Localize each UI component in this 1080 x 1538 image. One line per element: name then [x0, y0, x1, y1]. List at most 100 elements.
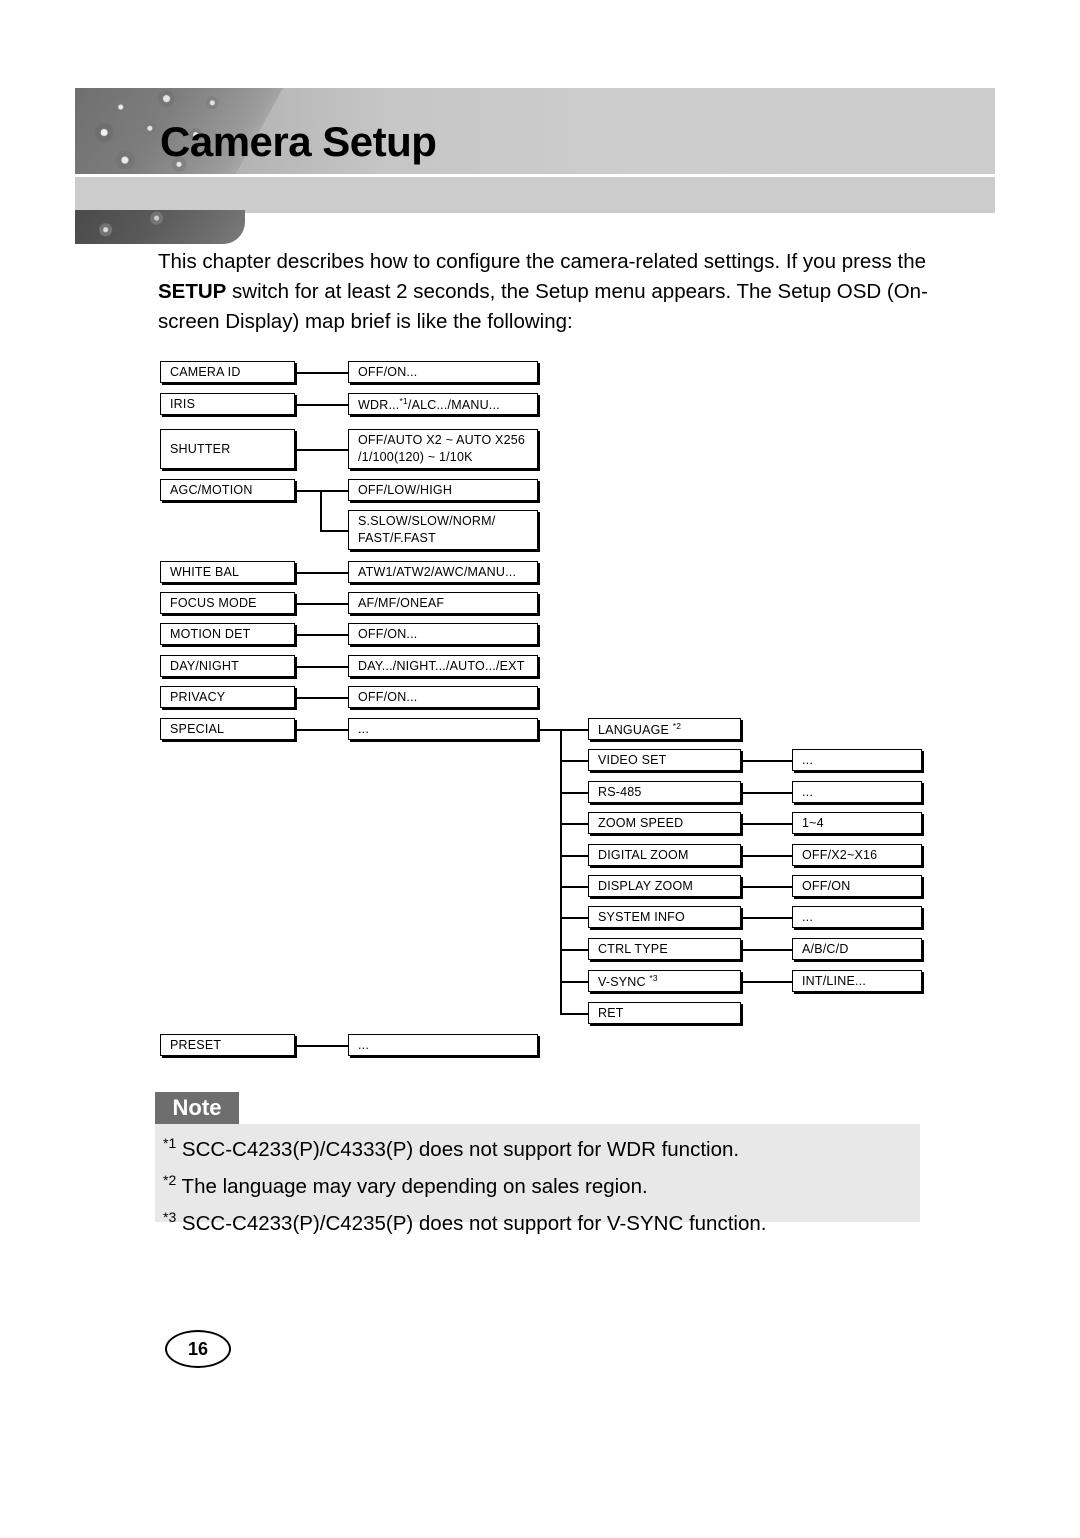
- diagram-box-label: DAY/NIGHT: [170, 658, 239, 673]
- intro-line-2c: switch for at least 2 seconds, the Setup…: [226, 280, 732, 303]
- connector-line: [560, 792, 588, 794]
- diagram-box-label: CTRL TYPE: [598, 941, 668, 956]
- note-marker: *1: [163, 1135, 177, 1151]
- diagram-box-option: ...: [348, 718, 538, 740]
- connector-line: [320, 530, 348, 532]
- diagram-box-submenu: VIDEO SET: [588, 749, 741, 771]
- diagram-box-option: ...: [348, 1034, 538, 1056]
- diagram-box-option: OFF/ON...: [348, 623, 538, 645]
- diagram-box-suboption: 1~4: [792, 812, 922, 834]
- diagram-box-option: AF/MF/ONEAF: [348, 592, 538, 614]
- diagram-box-label: S.SLOW/SLOW/NORM/: [358, 514, 496, 528]
- connector-line: [743, 981, 792, 983]
- diagram-box-option: WDR...*1/ALC.../MANU...: [348, 393, 538, 415]
- diagram-box-suboption: ...: [792, 749, 922, 771]
- note-marker: *3: [163, 1208, 177, 1225]
- connector-line: [743, 792, 792, 794]
- connector-line: [540, 729, 560, 731]
- diagram-box-menu: PRESET: [160, 1034, 295, 1056]
- diagram-box-label: PRESET: [170, 1037, 222, 1052]
- note-line: *3 SCC-C4233(P)/C4235(P) does not suppor…: [155, 1202, 920, 1239]
- diagram-box-label: SPECIAL: [170, 721, 225, 736]
- connector-line: [297, 603, 348, 605]
- diagram-box-option: DAY.../NIGHT.../AUTO.../EXT: [348, 655, 538, 677]
- diagram-box-option: OFF/AUTO X2 ~ AUTO X256/1/100(120) ~ 1/1…: [348, 429, 538, 469]
- note-text: SCC-C4233(P)/C4333(P) does not support f…: [176, 1137, 740, 1161]
- page-title: Camera Setup: [160, 118, 437, 165]
- diagram-box-label: OFF/LOW/HIGH: [358, 482, 453, 497]
- diagram-box-label: 1~4: [802, 815, 824, 830]
- diagram-box-label: AGC/MOTION: [170, 482, 253, 497]
- setup-keyword: SETUP: [158, 280, 227, 303]
- note-marker: *2: [163, 1171, 177, 1188]
- diagram-box-label: IRIS: [170, 396, 196, 411]
- intro-paragraph: This chapter describes how to configure …: [158, 247, 983, 337]
- connector-line: [297, 634, 348, 636]
- diagram-box-menu: CAMERA ID: [160, 361, 295, 383]
- connector-line: [320, 490, 348, 492]
- diagram-box-label-2: FAST/F.FAST: [358, 531, 436, 545]
- diagram-box-label: ZOOM SPEED: [598, 815, 684, 830]
- diagram-box-submenu: LANGUAGE *2: [588, 718, 741, 740]
- connector-line: [560, 729, 588, 731]
- connector-line: [297, 490, 320, 492]
- diagram-box-label: DIGITAL ZOOM: [598, 847, 689, 862]
- diagram-box-submenu: RET: [588, 1002, 741, 1024]
- note-line: *2 The language may vary depending on sa…: [155, 1165, 920, 1202]
- connector-line: [560, 760, 588, 762]
- diagram-box-menu: PRIVACY: [160, 686, 295, 708]
- note-tab-label: Note: [155, 1092, 239, 1124]
- note-text: SCC-C4233(P)/C4235(P) does not support f…: [176, 1211, 767, 1235]
- diagram-box-submenu: ZOOM SPEED: [588, 812, 741, 834]
- connector-line: [560, 949, 588, 951]
- connector-line: [560, 823, 588, 825]
- diagram-box-suboption: INT/LINE...: [792, 970, 922, 992]
- connector-line: [297, 572, 348, 574]
- diagram-box-label: OFF/ON: [802, 878, 851, 893]
- connector-line: [297, 729, 348, 731]
- diagram-box-menu: IRIS: [160, 393, 295, 415]
- diagram-box-label-2: /1/100(120) ~ 1/10K: [358, 450, 473, 464]
- connector-line: [560, 1013, 588, 1015]
- diagram-box-label: WDR...*1/ALC.../MANU...: [358, 396, 500, 413]
- intro-line-1: This chapter describes how to configure …: [158, 250, 836, 273]
- diagram-box-label: OFF/X2~X16: [802, 847, 878, 862]
- diagram-box-menu: FOCUS MODE: [160, 592, 295, 614]
- connector-line: [297, 449, 348, 451]
- diagram-box-label: SYSTEM INFO: [598, 909, 685, 924]
- diagram-box-suboption: OFF/X2~X16: [792, 844, 922, 866]
- diagram-box-option: ATW1/ATW2/AWC/MANU...: [348, 561, 538, 583]
- connector-line: [297, 666, 348, 668]
- diagram-box-label: INT/LINE...: [802, 973, 867, 988]
- connector-line: [560, 981, 588, 983]
- connector-line: [320, 490, 322, 530]
- note-body: *1 SCC-C4233(P)/C4333(P) does not suppor…: [155, 1124, 920, 1234]
- connector-line: [743, 760, 792, 762]
- diagram-box-label: A/B/C/D: [802, 941, 849, 956]
- diagram-box-label: RS-485: [598, 784, 642, 799]
- connector-line: [743, 917, 792, 919]
- diagram-box-submenu: V-SYNC *3: [588, 970, 741, 992]
- diagram-box-label: LANGUAGE *2: [598, 721, 682, 738]
- diagram-box-label: OFF/ON...: [358, 364, 418, 379]
- diagram-box-label: MOTION DET: [170, 626, 251, 641]
- diagram-box-option: OFF/LOW/HIGH: [348, 479, 538, 501]
- diagram-box-suboption: ...: [792, 906, 922, 928]
- diagram-box-menu: DAY/NIGHT: [160, 655, 295, 677]
- connector-line: [297, 1045, 348, 1047]
- diagram-box-label: ...: [358, 1037, 370, 1052]
- diagram-box-suboption: OFF/ON: [792, 875, 922, 897]
- connector-line: [743, 823, 792, 825]
- diagram-box-option: S.SLOW/SLOW/NORM/FAST/F.FAST: [348, 510, 538, 550]
- connector-line: [560, 855, 588, 857]
- diagram-box-menu: WHITE BAL: [160, 561, 295, 583]
- diagram-box-label: SHUTTER: [170, 441, 231, 456]
- note-text: The language may vary depending on sales…: [176, 1174, 648, 1198]
- diagram-box-label: VIDEO SET: [598, 752, 667, 767]
- diagram-box-submenu: DIGITAL ZOOM: [588, 844, 741, 866]
- page-header: Camera Setup: [0, 0, 1080, 244]
- diagram-box-menu: AGC/MOTION: [160, 479, 295, 501]
- diagram-box-menu: MOTION DET: [160, 623, 295, 645]
- diagram-box-menu: SPECIAL: [160, 718, 295, 740]
- diagram-box-suboption: ...: [792, 781, 922, 803]
